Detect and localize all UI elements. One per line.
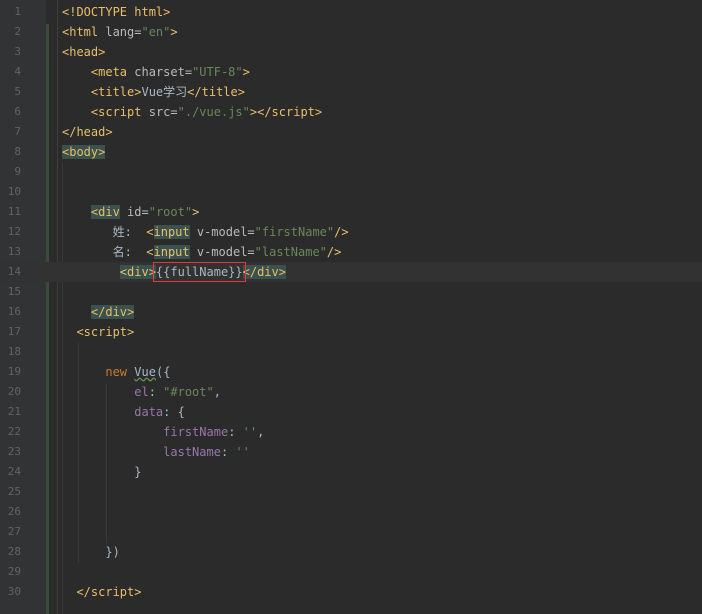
line-number: 26: [7, 505, 21, 518]
code-text[interactable]: <html lang="en">: [62, 22, 178, 42]
code-line[interactable]: 30 </script>: [0, 582, 702, 602]
code-line[interactable]: 19 new Vue({: [0, 362, 702, 382]
line-number: 27: [7, 525, 21, 538]
line-number: 9: [14, 165, 21, 178]
code-text[interactable]: </div>: [62, 302, 135, 322]
code-text[interactable]: <!DOCTYPE html>: [62, 2, 170, 22]
code-line[interactable]: 9: [0, 162, 702, 182]
line-number: 13: [7, 245, 21, 258]
line-number: 10: [7, 185, 21, 198]
code-line[interactable]: 17 <script>: [0, 322, 702, 342]
code-text[interactable]: firstName: '',: [62, 422, 264, 442]
code-line[interactable]: 12 姓: <input v-model="firstName"/>: [0, 222, 702, 242]
code-text[interactable]: <head>: [62, 42, 105, 62]
line-number: 12: [7, 225, 21, 238]
line-number: 25: [7, 485, 21, 498]
line-number: 7: [14, 125, 21, 138]
code-line[interactable]: 4 <meta charset="UTF-8">: [0, 62, 702, 82]
code-text[interactable]: 名: <input v-model="lastName"/>: [62, 242, 341, 262]
code-line[interactable]: 2 <html lang="en">: [0, 22, 702, 42]
code-text[interactable]: <script>: [62, 322, 134, 342]
line-number: 17: [7, 325, 21, 338]
line-number: 8: [14, 145, 21, 158]
line-number: 22: [7, 425, 21, 438]
code-text[interactable]: lastName: '': [62, 442, 250, 462]
line-number: 19: [7, 365, 21, 378]
code-line[interactable]: 5 <title>Vue学习</title>: [0, 82, 702, 102]
code-line[interactable]: 6 <script src="./vue.js"></script>: [0, 102, 702, 122]
line-number: 20: [7, 385, 21, 398]
line-number: 29: [7, 565, 21, 578]
code-line[interactable]: 23 lastName: '': [0, 442, 702, 462]
code-line[interactable]: 25: [0, 482, 702, 502]
line-number: 4: [14, 65, 21, 78]
line-number: 21: [7, 405, 21, 418]
code-text[interactable]: el: "#root",: [62, 382, 221, 402]
line-number: 5: [14, 85, 21, 98]
line-number: 11: [7, 205, 21, 218]
line-number: 30: [7, 585, 21, 598]
line-number: 1: [14, 5, 21, 18]
code-text[interactable]: </script>: [62, 582, 141, 602]
line-number: 3: [14, 45, 21, 58]
code-line[interactable]: 3 <head>: [0, 42, 702, 62]
line-number: 14: [7, 265, 21, 278]
code-line[interactable]: 15: [0, 282, 702, 302]
code-line[interactable]: 7 </head>: [0, 122, 702, 142]
code-text[interactable]: <body>: [62, 142, 106, 162]
line-number: 18: [7, 345, 21, 358]
code-line[interactable]: 18: [0, 342, 702, 362]
code-line[interactable]: 1 <!DOCTYPE html>: [0, 2, 702, 22]
code-text[interactable]: <script src="./vue.js"></script>: [62, 102, 322, 122]
code-text[interactable]: }): [62, 542, 119, 562]
line-number: 23: [7, 445, 21, 458]
code-line[interactable]: 27: [0, 522, 702, 542]
code-line[interactable]: 21 data: {: [0, 402, 702, 422]
code-text[interactable]: }: [62, 462, 141, 482]
line-number: 28: [7, 545, 21, 558]
code-line[interactable]: 11 <div id="root">: [0, 202, 702, 222]
line-number: 24: [7, 465, 21, 478]
line-number: 2: [14, 25, 21, 38]
code-text[interactable]: <meta charset="UTF-8">: [62, 62, 250, 82]
code-text[interactable]: <div>{{fullName}}</div>: [62, 262, 286, 282]
code-text[interactable]: data: {: [62, 402, 185, 422]
code-text[interactable]: 姓: <input v-model="firstName"/>: [62, 222, 349, 242]
code-line[interactable]: 24 }: [0, 462, 702, 482]
code-line[interactable]: 29: [0, 562, 702, 582]
line-number: 15: [7, 285, 21, 298]
code-line[interactable]: 20 el: "#root",: [0, 382, 702, 402]
code-line[interactable]: 22 firstName: '',: [0, 422, 702, 442]
code-editor[interactable]: 1 <!DOCTYPE html> 2 <html lang="en"> 3 <head>…: [0, 0, 702, 614]
code-line[interactable]: 26: [0, 502, 702, 522]
line-number: 6: [14, 105, 21, 118]
code-line[interactable]: 13 名: <input v-model="lastName"/>: [0, 242, 702, 262]
code-line[interactable]: 8 <body>: [0, 142, 702, 162]
code-line[interactable]: 28 }): [0, 542, 702, 562]
line-number: 16: [7, 305, 21, 318]
code-line[interactable]: 14 <div>{{fullName}}</div>: [0, 262, 702, 282]
code-line[interactable]: 10: [0, 182, 702, 202]
code-line[interactable]: 16 </div>: [0, 302, 702, 322]
code-text[interactable]: </head>: [62, 122, 113, 142]
code-text[interactable]: new Vue({: [62, 362, 170, 382]
code-text[interactable]: <title>Vue学习</title>: [62, 82, 245, 102]
code-text[interactable]: <div id="root">: [62, 202, 199, 222]
